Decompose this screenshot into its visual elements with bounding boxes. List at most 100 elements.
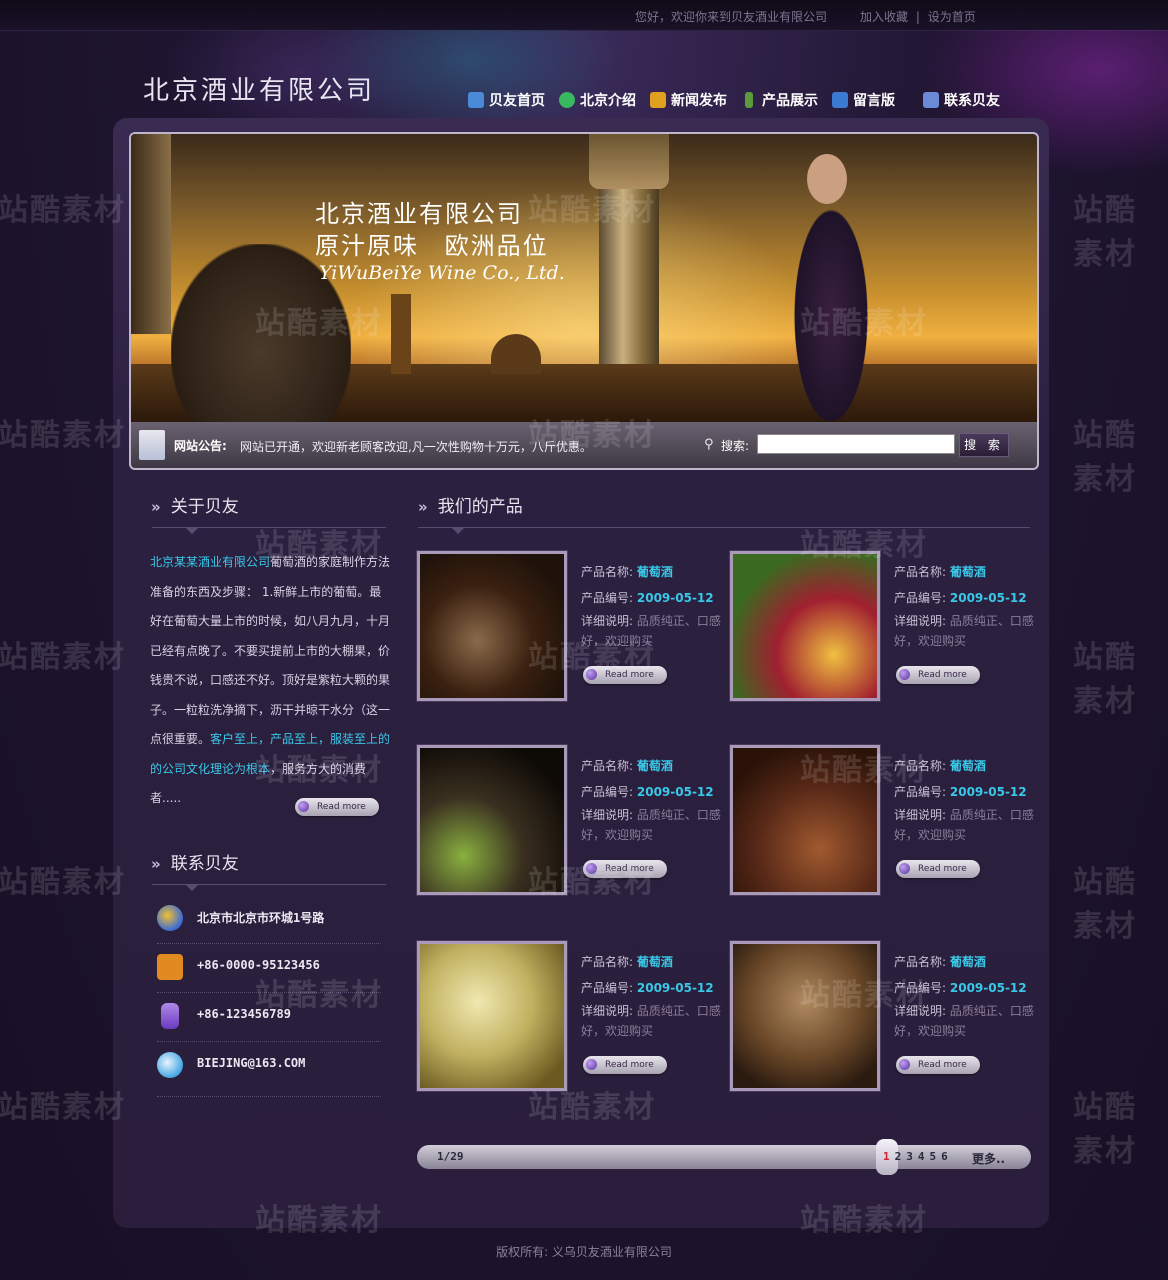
- nav-label: 新闻发布: [671, 93, 727, 109]
- desc-label: 详细说明:: [581, 808, 634, 822]
- product-image[interactable]: [417, 941, 567, 1091]
- mobile-text: +86-123456789: [197, 1007, 291, 1021]
- nav-home[interactable]: 贝友首页: [468, 90, 545, 110]
- users-icon: [157, 954, 183, 980]
- product-image[interactable]: [730, 941, 880, 1091]
- desc-label: 详细说明:: [894, 808, 947, 822]
- nav-products[interactable]: 产品展示: [741, 90, 818, 110]
- about-company-link[interactable]: 北京某某酒业有限公司: [150, 555, 270, 569]
- code-label: 产品编号:: [894, 981, 947, 995]
- product-image[interactable]: [417, 551, 567, 701]
- nav-label: 产品展示: [762, 93, 818, 109]
- code-label: 产品编号:: [581, 591, 634, 605]
- contact-address: 北京市北京市环城1号路: [157, 895, 381, 944]
- product-code: 2009-05-12: [636, 981, 714, 995]
- readmore-label: Read more: [918, 864, 967, 874]
- watermark: 站酷素材: [0, 1090, 126, 1125]
- email-text[interactable]: BIEJING@163.COM: [197, 1056, 305, 1070]
- product-code: 2009-05-12: [949, 785, 1027, 799]
- code-label: 产品编号:: [581, 981, 634, 995]
- product-readmore-button[interactable]: Read more: [896, 860, 980, 878]
- search-button[interactable]: 搜 索: [959, 433, 1009, 457]
- products-heading-text: 我们的产品: [437, 497, 523, 517]
- set-homepage-link[interactable]: 设为首页: [928, 10, 976, 24]
- product-name: 葡萄酒: [949, 565, 986, 579]
- search-input[interactable]: [757, 434, 955, 454]
- about-divider-notch: [186, 528, 198, 534]
- product-info: 产品名称: 葡萄酒 产品编号: 2009-05-12 详细说明: 品质纯正、口感…: [581, 753, 731, 845]
- page-link[interactable]: 3: [906, 1150, 918, 1163]
- about-heading: » 关于贝友: [151, 492, 239, 517]
- top-links: 加入收藏 | 设为首页: [858, 8, 978, 25]
- readmore-label: Read more: [918, 670, 967, 680]
- nav-about[interactable]: 北京介绍: [559, 90, 636, 110]
- product-image[interactable]: [730, 745, 880, 895]
- product-card: 产品名称: 葡萄酒 产品编号: 2009-05-12 详细说明: 品质纯正、口感…: [417, 941, 727, 1091]
- bookmark-link[interactable]: 加入收藏: [860, 10, 908, 24]
- mobile-icon: [161, 1003, 179, 1029]
- page-link[interactable]: 2: [895, 1150, 907, 1163]
- watermark: 站酷素材: [1073, 193, 1137, 272]
- welcome-text: 您好，欢迎你来到贝友酒业有限公司: [635, 10, 828, 24]
- product-readmore-button[interactable]: Read more: [583, 666, 667, 684]
- button-dot-icon: [899, 669, 910, 680]
- more-link[interactable]: 更多..: [972, 1150, 1005, 1167]
- name-label: 产品名称:: [581, 565, 634, 579]
- product-info: 产品名称: 葡萄酒 产品编号: 2009-05-12 详细说明: 品质纯正、口感…: [894, 559, 1044, 651]
- home-icon: [468, 92, 484, 108]
- product-readmore-button[interactable]: Read more: [896, 1056, 980, 1074]
- page-link[interactable]: 1: [883, 1150, 895, 1163]
- product-readmore-button[interactable]: Read more: [583, 1056, 667, 1074]
- watermark: 站酷素材: [1073, 418, 1137, 497]
- nav-contact[interactable]: 联系贝友: [923, 90, 1000, 110]
- product-readmore-button[interactable]: Read more: [896, 666, 980, 684]
- logo[interactable]: 北京酒业有限公司: [143, 70, 375, 107]
- product-name: 葡萄酒: [949, 955, 986, 969]
- page-numbers: 123456: [883, 1150, 953, 1163]
- desc-label: 详细说明:: [581, 1004, 634, 1018]
- button-dot-icon: [298, 801, 309, 812]
- desc-label: 详细说明:: [581, 614, 634, 628]
- contact-heading: » 联系贝友: [151, 849, 239, 874]
- about-readmore-button[interactable]: Read more: [295, 798, 379, 816]
- page-link[interactable]: 6: [941, 1150, 953, 1163]
- contact-email: BIEJING@163.COM: [157, 1042, 381, 1097]
- page-link[interactable]: 5: [930, 1150, 942, 1163]
- readmore-label: Read more: [605, 1060, 654, 1070]
- nav-guestbook[interactable]: 留言版: [832, 90, 895, 110]
- product-code: 2009-05-12: [949, 591, 1027, 605]
- main-nav: 贝友首页 北京介绍 新闻发布 产品展示 留言版 联系贝友: [468, 90, 1014, 110]
- nav-label: 贝友首页: [489, 93, 545, 109]
- name-label: 产品名称:: [894, 759, 947, 773]
- notice-bar: 网站公告: 网站已开通，欢迎新老顾客改迎,凡一次性购物十万元，八斤优惠。 ⚲ 搜…: [129, 422, 1039, 470]
- search-icon: ⚲: [704, 437, 714, 452]
- name-label: 产品名称:: [581, 955, 634, 969]
- nav-news[interactable]: 新闻发布: [650, 90, 727, 110]
- product-code: 2009-05-12: [636, 785, 714, 799]
- double-chevron-icon: »: [151, 855, 161, 873]
- banner-slogan: 原汁原味 欧洲品位: [315, 232, 549, 260]
- product-image[interactable]: [730, 551, 880, 701]
- contact-phone: +86-0000-95123456: [157, 944, 381, 993]
- pagination: 1/29 123456 更多..: [417, 1139, 1031, 1175]
- code-label: 产品编号:: [581, 785, 634, 799]
- product-image[interactable]: [417, 745, 567, 895]
- product-card: 产品名称: 葡萄酒 产品编号: 2009-05-12 详细说明: 品质纯正、口感…: [417, 745, 727, 895]
- contact-mobile: +86-123456789: [157, 993, 381, 1042]
- banner-title: 北京酒业有限公司: [315, 200, 523, 228]
- readmore-label: Read more: [317, 802, 366, 812]
- readmore-label: Read more: [605, 864, 654, 874]
- code-label: 产品编号:: [894, 591, 947, 605]
- product-readmore-button[interactable]: Read more: [583, 860, 667, 878]
- watermark: 站酷素材: [0, 193, 126, 228]
- button-dot-icon: [586, 669, 597, 680]
- top-bar: 您好，欢迎你来到贝友酒业有限公司 加入收藏 | 设为首页: [0, 0, 1168, 31]
- page-link[interactable]: 4: [918, 1150, 930, 1163]
- readmore-label: Read more: [605, 670, 654, 680]
- button-dot-icon: [586, 1059, 597, 1070]
- about-body: 葡萄酒的家庭制作方法准备的东西及步骤： 1.新鲜上市的葡萄。最好在葡萄大量上市的…: [150, 555, 391, 746]
- products-heading: » 我们的产品: [418, 492, 523, 517]
- footer-copyright: 版权所有: 义乌贝友酒业有限公司: [496, 1245, 672, 1259]
- contact-divider-notch: [186, 885, 198, 891]
- product-info: 产品名称: 葡萄酒 产品编号: 2009-05-12 详细说明: 品质纯正、口感…: [581, 559, 731, 651]
